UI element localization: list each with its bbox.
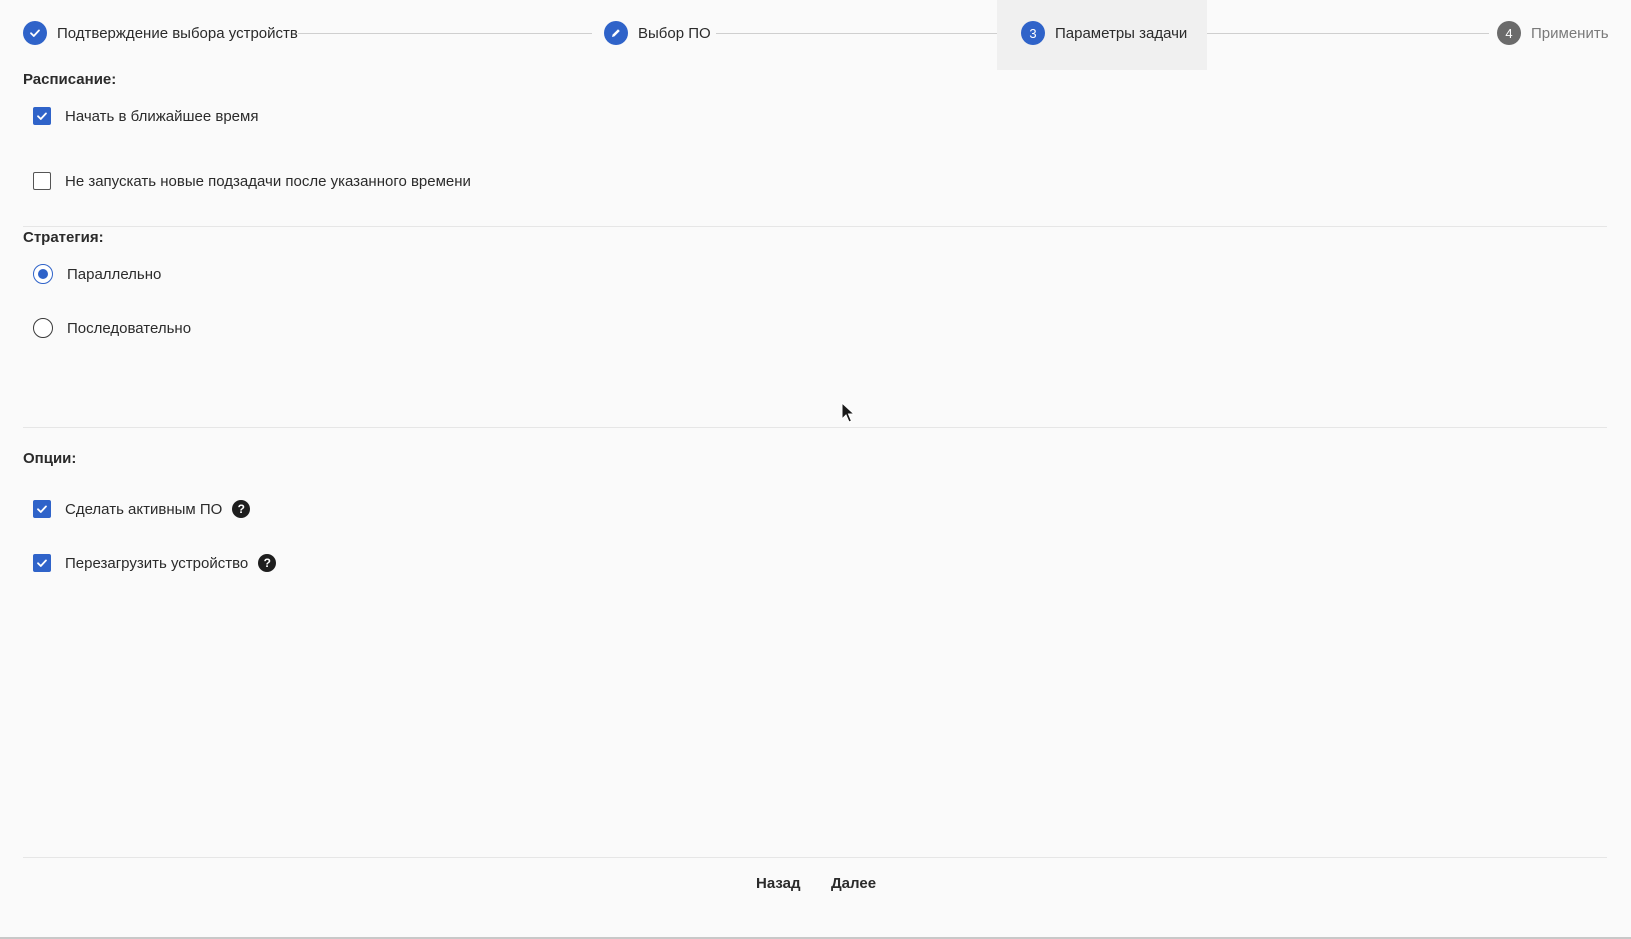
step-number: 3 xyxy=(1021,21,1045,45)
make-active-label: Сделать активным ПО xyxy=(65,500,223,518)
mouse-cursor-icon xyxy=(841,402,855,423)
no-new-subtasks-option[interactable]: Не запускать новые подзадачи после указа… xyxy=(33,171,471,191)
section-divider xyxy=(23,226,1607,227)
check-icon xyxy=(37,112,47,120)
step-apply[interactable]: 4 Применить xyxy=(1497,21,1609,45)
reboot-checkbox[interactable] xyxy=(33,554,51,572)
next-button[interactable]: Далее xyxy=(831,875,876,892)
options-title: Опции: xyxy=(23,450,77,467)
step-task-parameters[interactable]: 3 Параметры задачи xyxy=(1021,21,1187,45)
start-soon-option[interactable]: Начать в ближайшее время xyxy=(33,106,258,126)
strategy-title: Стратегия: xyxy=(23,229,104,246)
back-button[interactable]: Назад xyxy=(756,875,800,892)
sequential-option[interactable]: Последовательно xyxy=(33,318,191,338)
make-active-checkbox[interactable] xyxy=(33,500,51,518)
help-icon[interactable]: ? xyxy=(232,500,251,518)
check-icon xyxy=(23,21,47,45)
section-divider xyxy=(23,427,1607,428)
step-connector xyxy=(716,33,997,34)
step-label: Выбор ПО xyxy=(638,24,711,42)
step-number: 4 xyxy=(1497,21,1521,45)
step-label: Параметры задачи xyxy=(1055,24,1188,42)
parallel-label: Параллельно xyxy=(67,265,162,283)
step-software-selection[interactable]: Выбор ПО xyxy=(604,21,711,45)
sequential-label: Последовательно xyxy=(67,319,192,337)
no-new-subtasks-label: Не запускать новые подзадачи после указа… xyxy=(65,172,471,190)
parallel-option[interactable]: Параллельно xyxy=(33,264,161,284)
schedule-title: Расписание: xyxy=(23,71,117,88)
check-icon xyxy=(37,505,47,513)
reboot-label: Перезагрузить устройство xyxy=(65,554,249,572)
step-connector xyxy=(298,33,592,34)
start-soon-checkbox[interactable] xyxy=(33,107,51,125)
check-icon xyxy=(37,559,47,567)
step-device-confirmation[interactable]: Подтверждение выбора устройств xyxy=(23,21,298,45)
step-connector xyxy=(1207,33,1489,34)
help-icon[interactable]: ? xyxy=(258,554,277,572)
pencil-icon xyxy=(604,21,628,45)
reboot-option[interactable]: Перезагрузить устройство ? xyxy=(33,553,277,573)
parallel-radio[interactable] xyxy=(33,264,53,284)
stepper: Подтверждение выбора устройств Выбор ПО … xyxy=(0,0,1631,70)
no-new-subtasks-checkbox[interactable] xyxy=(33,172,51,190)
sequential-radio[interactable] xyxy=(33,318,53,338)
step-label: Применить xyxy=(1531,24,1609,42)
footer-divider xyxy=(23,857,1607,858)
start-soon-label: Начать в ближайшее время xyxy=(65,107,259,125)
step-label: Подтверждение выбора устройств xyxy=(57,24,298,42)
make-active-option[interactable]: Сделать активным ПО ? xyxy=(33,499,251,519)
radio-dot xyxy=(38,269,48,279)
